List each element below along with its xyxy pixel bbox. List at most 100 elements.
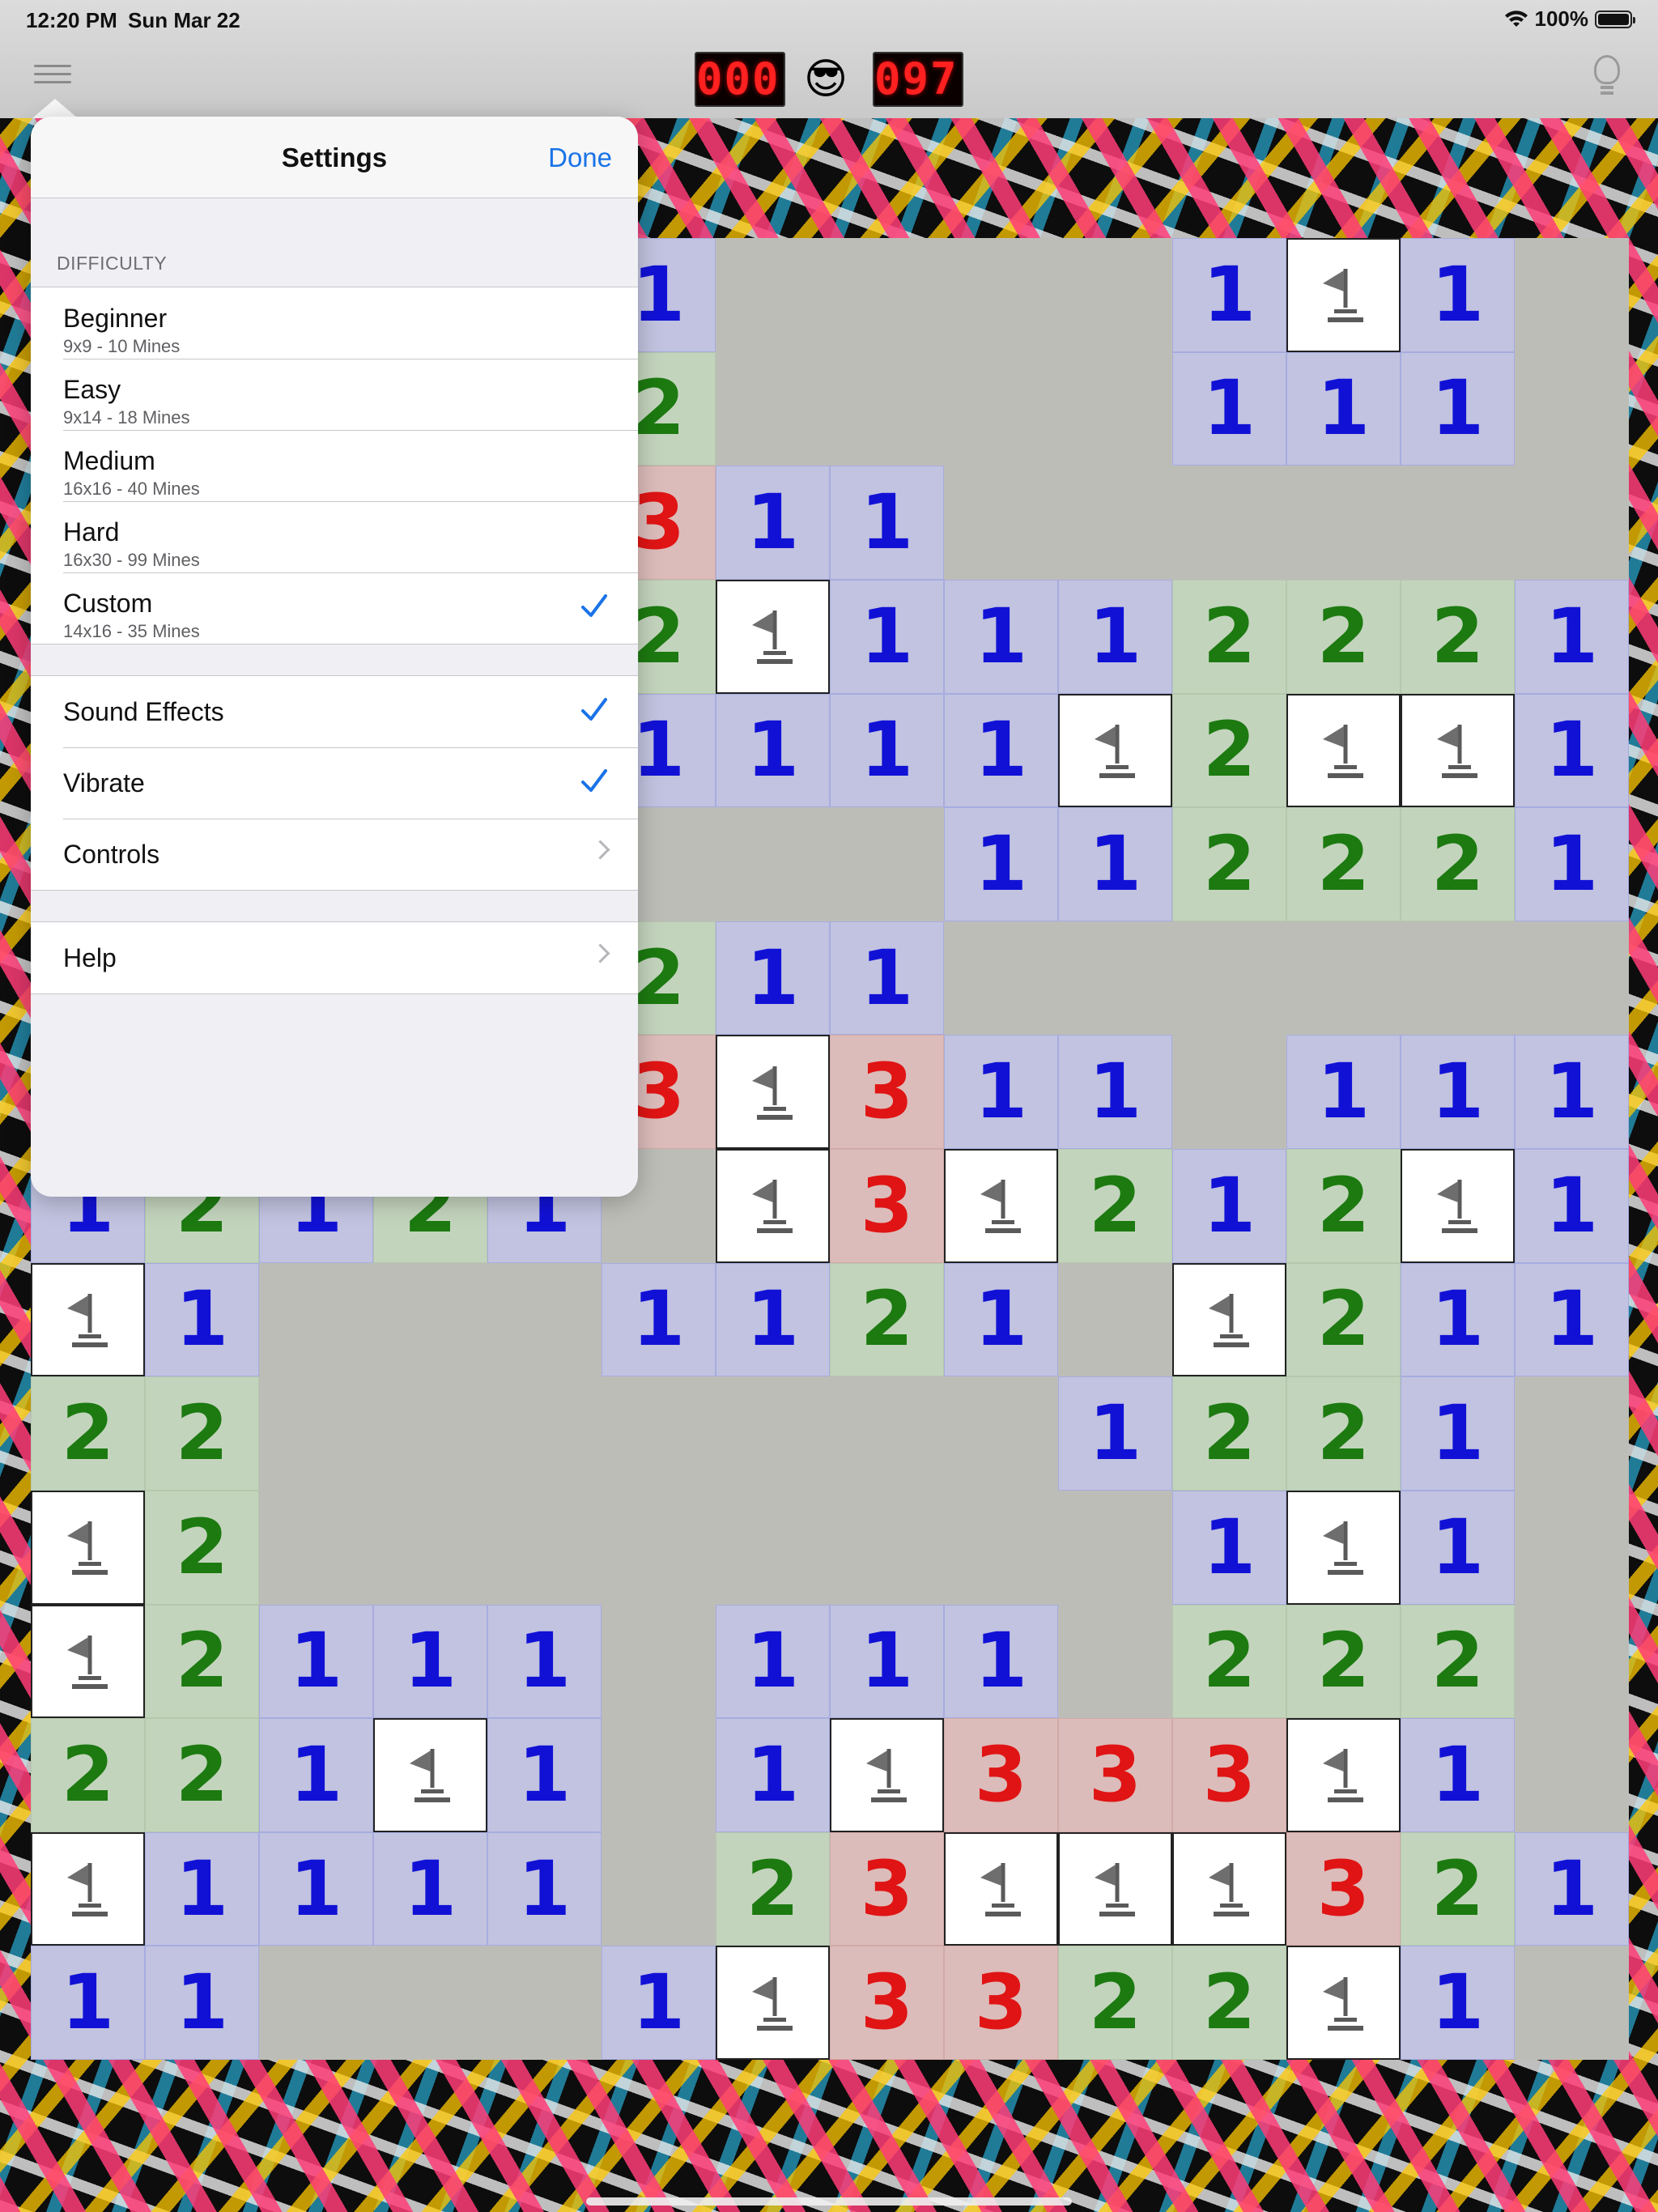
number-cell[interactable]: 2 [145,1718,259,1832]
number-cell[interactable]: 2 [716,1831,830,1946]
empty-cell[interactable] [1172,1035,1286,1149]
lightbulb-icon[interactable] [1588,55,1626,100]
flag-cell[interactable] [944,1149,1058,1263]
empty-cell[interactable] [487,1491,602,1605]
flag-cell[interactable] [1401,693,1515,808]
number-cell[interactable]: 3 [830,1149,944,1263]
empty-cell[interactable] [1172,466,1286,580]
flag-cell[interactable] [1401,1149,1515,1263]
flag-cell[interactable] [31,1490,145,1605]
flag-cell[interactable] [1172,1262,1286,1377]
number-cell[interactable]: 1 [716,466,830,580]
empty-cell[interactable] [944,352,1058,466]
number-cell[interactable]: 2 [1172,1604,1286,1719]
flag-cell[interactable] [716,1035,830,1149]
empty-cell[interactable] [602,1832,716,1946]
empty-cell[interactable] [373,1491,487,1605]
number-cell[interactable]: 1 [1515,693,1629,808]
empty-cell[interactable] [1058,1605,1172,1719]
number-cell[interactable]: 1 [1401,1490,1515,1605]
number-cell[interactable]: 1 [1401,1035,1515,1149]
number-cell[interactable]: 2 [1286,1149,1401,1263]
number-cell[interactable]: 3 [1286,1831,1401,1946]
number-cell[interactable]: 1 [830,921,944,1036]
number-cell[interactable]: 1 [373,1831,487,1946]
empty-cell[interactable] [1058,466,1172,580]
number-cell[interactable]: 1 [145,1946,259,2060]
empty-cell[interactable] [1515,1946,1629,2060]
empty-cell[interactable] [602,1605,716,1719]
number-cell[interactable]: 3 [830,1831,944,1946]
number-cell[interactable]: 2 [1286,807,1401,921]
empty-cell[interactable] [487,1946,602,2060]
number-cell[interactable]: 1 [259,1831,373,1946]
number-cell[interactable]: 2 [145,1376,259,1491]
sound-effects-toggle[interactable]: Sound Effects [31,676,638,747]
number-cell[interactable]: 3 [830,1035,944,1149]
number-cell[interactable]: 2 [1058,1149,1172,1263]
empty-cell[interactable] [1286,466,1401,580]
number-cell[interactable]: 2 [1401,1831,1515,1946]
flag-cell[interactable] [1172,1831,1286,1946]
number-cell[interactable]: 1 [1515,1831,1629,1946]
number-cell[interactable]: 2 [31,1718,145,1832]
empty-cell[interactable] [1058,1263,1172,1377]
empty-cell[interactable] [1515,466,1629,580]
number-cell[interactable]: 1 [716,921,830,1036]
number-cell[interactable]: 2 [1172,1946,1286,2060]
number-cell[interactable]: 1 [1515,807,1629,921]
number-cell[interactable]: 1 [1286,1035,1401,1149]
empty-cell[interactable] [259,1491,373,1605]
number-cell[interactable]: 1 [1058,579,1172,694]
number-cell[interactable]: 1 [1401,238,1515,352]
empty-cell[interactable] [1515,1605,1629,1719]
empty-cell[interactable] [1172,921,1286,1036]
smiley-face-button[interactable]: 😎 [801,55,850,104]
number-cell[interactable]: 1 [373,1604,487,1719]
number-cell[interactable]: 1 [716,1604,830,1719]
empty-cell[interactable] [1058,921,1172,1036]
number-cell[interactable]: 1 [1515,1262,1629,1377]
number-cell[interactable]: 1 [259,1604,373,1719]
number-cell[interactable]: 1 [1172,1490,1286,1605]
flag-cell[interactable] [716,1946,830,2060]
empty-cell[interactable] [944,466,1058,580]
number-cell[interactable]: 2 [1286,1262,1401,1377]
empty-cell[interactable] [602,1491,716,1605]
empty-cell[interactable] [1515,1718,1629,1832]
number-cell[interactable]: 1 [487,1831,602,1946]
flag-cell[interactable] [944,1831,1058,1946]
number-cell[interactable]: 1 [1401,1718,1515,1832]
flag-cell[interactable] [1286,238,1401,352]
number-cell[interactable]: 3 [1058,1718,1172,1832]
empty-cell[interactable] [259,1376,373,1491]
number-cell[interactable]: 1 [944,1604,1058,1719]
number-cell[interactable]: 1 [602,1262,716,1377]
empty-cell[interactable] [830,807,944,921]
difficulty-beginner[interactable]: Beginner 9x9 - 10 Mines [31,287,638,359]
number-cell[interactable]: 2 [1286,579,1401,694]
empty-cell[interactable] [944,238,1058,352]
number-cell[interactable]: 1 [1172,351,1286,466]
number-cell[interactable]: 1 [1515,1035,1629,1149]
number-cell[interactable]: 2 [1401,807,1515,921]
number-cell[interactable]: 1 [145,1831,259,1946]
flag-cell[interactable] [373,1718,487,1832]
number-cell[interactable]: 1 [1058,1376,1172,1491]
number-cell[interactable]: 1 [716,1718,830,1832]
number-cell[interactable]: 2 [1286,1376,1401,1491]
number-cell[interactable]: 2 [1172,693,1286,808]
empty-cell[interactable] [1286,921,1401,1036]
number-cell[interactable]: 2 [145,1604,259,1719]
number-cell[interactable]: 2 [1401,1604,1515,1719]
empty-cell[interactable] [716,352,830,466]
empty-cell[interactable] [1401,921,1515,1036]
number-cell[interactable]: 1 [1401,351,1515,466]
done-button[interactable]: Done [548,143,612,173]
empty-cell[interactable] [830,238,944,352]
empty-cell[interactable] [259,1263,373,1377]
empty-cell[interactable] [259,1946,373,2060]
number-cell[interactable]: 2 [1172,807,1286,921]
number-cell[interactable]: 1 [830,466,944,580]
flag-cell[interactable] [1286,1946,1401,2060]
